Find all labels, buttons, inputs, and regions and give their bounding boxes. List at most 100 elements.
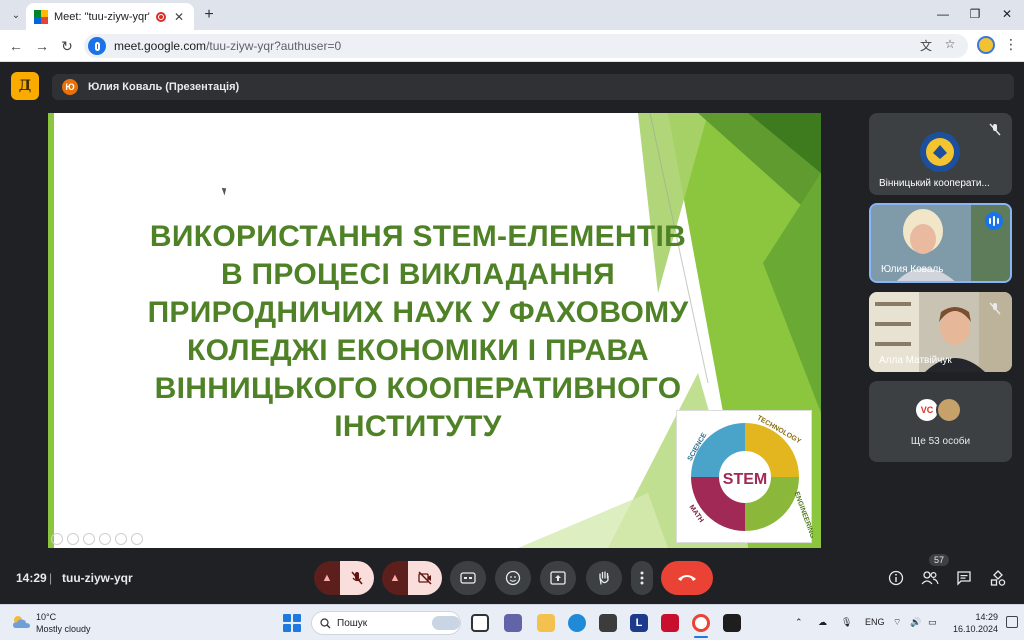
more-participants-tile[interactable]: VC Ще 53 особи: [869, 381, 1012, 462]
institution-emblem-icon: [920, 132, 960, 172]
meeting-details-button[interactable]: [886, 568, 906, 588]
camera-options-chevron-up-icon[interactable]: ▲: [382, 561, 408, 595]
url-host: meet.google.com: [114, 39, 207, 53]
separator: |: [49, 571, 53, 585]
browser-tab-strip: ⌄ Meet: "tuu-ziyw-yqr" ✕ + — ❐ ✕: [0, 0, 1024, 30]
notifications-icon[interactable]: [1006, 616, 1018, 628]
mic-toggle-button[interactable]: [340, 561, 374, 595]
wifi-icon[interactable]: ⌔: [893, 617, 901, 628]
slide-pen-icon[interactable]: [83, 533, 95, 545]
stem-center-text: STEM: [723, 471, 767, 488]
reload-icon[interactable]: ↻: [57, 36, 77, 56]
slide-prev-icon[interactable]: [51, 533, 63, 545]
raise-hand-button[interactable]: [586, 561, 622, 595]
participant-avatar: [936, 397, 962, 423]
browser-menu-icon[interactable]: ⋮: [1004, 36, 1018, 53]
back-icon[interactable]: ←: [6, 36, 26, 56]
new-tab-button[interactable]: +: [200, 6, 218, 24]
mic-options-chevron-up-icon[interactable]: ▲: [314, 561, 340, 595]
tab-meet[interactable]: Meet: "tuu-ziyw-yqr" ✕: [26, 3, 194, 30]
captions-button[interactable]: [450, 561, 486, 595]
meeting-code: tuu-ziyw-yqr: [62, 571, 133, 585]
tab-search-button[interactable]: ⌄: [6, 5, 26, 25]
url-text: meet.google.com/tuu-ziyw-yqr?authuser=0: [114, 39, 341, 53]
edge-icon[interactable]: [568, 614, 586, 632]
bookmark-star-icon[interactable]: ☆: [941, 37, 959, 51]
address-bar[interactable]: meet.google.com/tuu-ziyw-yqr?authuser=0 …: [84, 34, 968, 58]
search-label: Пошук: [337, 617, 368, 629]
presenter-avatar: Ю: [62, 79, 78, 95]
chrome-icon[interactable]: [692, 614, 710, 632]
slide-pointer-icon[interactable]: [99, 533, 111, 545]
volume-icon[interactable]: 🔊: [910, 617, 921, 628]
participant-tile-active-speaker[interactable]: Юлия Коваль: [869, 203, 1012, 283]
slide-title-line: КОЛЕДЖІ ЕКОНОМІКИ І ПРАВА: [187, 334, 649, 367]
antivirus-icon[interactable]: [661, 614, 679, 632]
windows-start-icon[interactable]: [283, 614, 301, 632]
taskbar-time: 14:29: [975, 612, 998, 622]
slide-title-line: ПРИРОДНИЧИХ НАУК У ФАХОВОМУ: [147, 296, 689, 329]
app-l-icon[interactable]: L: [630, 614, 648, 632]
weather-cloud-icon[interactable]: [10, 614, 32, 630]
camera-control: ▲: [382, 561, 442, 595]
emoji-icon: [505, 570, 521, 586]
url-path: /tuu-ziyw-yqr?authuser=0: [206, 39, 342, 53]
speaking-indicator-icon: [985, 212, 1003, 230]
task-view-icon[interactable]: [471, 614, 489, 632]
tab-close-icon[interactable]: ✕: [172, 10, 186, 24]
reactions-button[interactable]: [495, 561, 531, 595]
terminal-icon[interactable]: [723, 614, 741, 632]
raise-hand-icon: [599, 571, 609, 585]
present-screen-icon: [550, 571, 566, 585]
store-icon[interactable]: [599, 614, 617, 632]
site-info-mic-icon[interactable]: [88, 37, 106, 55]
meet-control-bar: 14:29 | tuu-ziyw-yqr ▲ ▲: [0, 552, 1024, 604]
tray-mic-icon[interactable]: 🎙: [841, 617, 852, 628]
search-highlight-icon: [432, 616, 460, 630]
google-meet-favicon-icon: [34, 9, 48, 24]
taskbar-clock[interactable]: 14:29 16.10.2024: [948, 611, 998, 635]
slide-toolbar: [51, 533, 143, 545]
slide-zoom-icon[interactable]: [115, 533, 127, 545]
close-window-icon[interactable]: ✕: [992, 4, 1022, 24]
restore-icon[interactable]: ❐: [960, 4, 990, 24]
slide-title-line: ВИКОРИСТАННЯ STEM-ЕЛЕМЕНТІВ: [149, 220, 687, 253]
camera-toggle-button[interactable]: [408, 561, 442, 595]
people-icon: [921, 571, 939, 585]
slide-more-icon[interactable]: [131, 533, 143, 545]
participant-tile[interactable]: Алла Матвійчук: [869, 292, 1012, 372]
more-options-button[interactable]: [631, 561, 653, 595]
captions-icon: [460, 572, 476, 584]
extension-icon[interactable]: [977, 36, 995, 54]
stem-logo-graphic: STEM SCIENCE TECHNOLOGY ENGINEERING MATH: [687, 415, 816, 540]
chat-button[interactable]: [954, 568, 974, 588]
participant-name: Алла Матвійчук: [879, 355, 952, 366]
onedrive-icon[interactable]: ☁: [818, 617, 827, 628]
info-icon: [888, 570, 904, 586]
people-count-badge: 57: [929, 554, 950, 566]
participant-tile[interactable]: Вінницький кооперати...: [869, 113, 1012, 195]
activities-button[interactable]: [988, 568, 1008, 588]
people-button[interactable]: [920, 568, 940, 588]
meeting-clock: 14:29: [16, 571, 47, 585]
tray-chevron-up-icon[interactable]: ⌃: [795, 617, 803, 628]
stem-logo: STEM SCIENCE TECHNOLOGY ENGINEERING MATH: [676, 410, 816, 543]
leave-call-button[interactable]: [661, 561, 713, 595]
battery-icon[interactable]: ▭: [928, 617, 937, 628]
forward-icon[interactable]: →: [32, 36, 52, 56]
taskbar-search[interactable]: Пошук: [311, 611, 461, 635]
presenter-label: Юлия Коваль (Презентація): [88, 81, 240, 93]
file-explorer-icon[interactable]: [537, 614, 555, 632]
language-indicator[interactable]: ENG: [865, 617, 885, 627]
minimize-icon[interactable]: —: [928, 4, 958, 24]
more-participants-label: Ще 53 особи: [910, 436, 971, 447]
slide-title: ВИКОРИСТАННЯ STEM-ЕЛЕМЕНТІВ В ПРОЦЕСІ ВИ…: [98, 218, 738, 446]
recording-icon: [156, 11, 166, 22]
taskbar-date: 16.10.2024: [952, 624, 998, 634]
present-screen-button[interactable]: [540, 561, 576, 595]
teams-icon[interactable]: [504, 614, 522, 632]
slide-next-icon[interactable]: [67, 533, 79, 545]
translate-icon[interactable]: 文: [917, 37, 935, 54]
hang-up-icon: [678, 575, 696, 581]
slide-title-line: В ПРОЦЕСІ ВИКЛАДАННЯ: [220, 258, 616, 291]
